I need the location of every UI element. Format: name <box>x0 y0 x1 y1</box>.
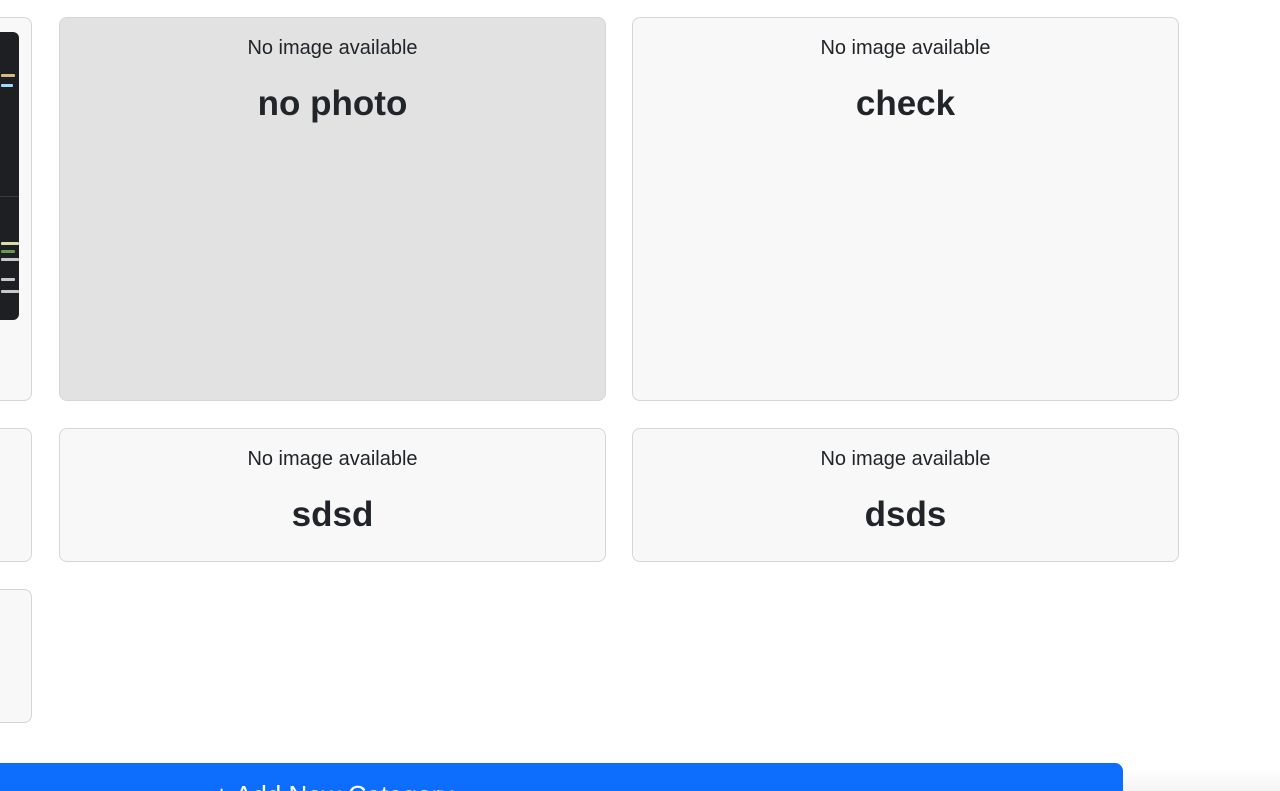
no-image-placeholder-text: No image available <box>247 448 418 470</box>
page-footer-shadow <box>1123 770 1280 791</box>
category-grid-page: No image available no photo No image ava… <box>0 0 1280 791</box>
category-card-partial-2[interactable] <box>0 428 32 562</box>
category-card[interactable]: No image available check <box>632 17 1179 401</box>
no-image-placeholder-text: No image available <box>247 37 418 59</box>
category-card[interactable]: No image available no photo <box>59 17 606 401</box>
category-card[interactable]: No image available sdsd <box>59 428 606 562</box>
category-card[interactable]: No image available dsds <box>632 428 1179 562</box>
category-card-partial-1[interactable] <box>0 17 32 401</box>
category-name: check <box>855 84 956 123</box>
no-image-placeholder-text: No image available <box>820 37 991 59</box>
category-thumbnail-image <box>0 32 19 320</box>
category-name: sdsd <box>291 495 374 534</box>
add-new-category-button[interactable]: + Add New Category <box>0 763 1123 791</box>
category-card-partial-3[interactable] <box>0 589 32 723</box>
category-name: dsds <box>864 495 947 534</box>
category-name: no photo <box>257 84 408 123</box>
no-image-placeholder-text: No image available <box>820 448 991 470</box>
